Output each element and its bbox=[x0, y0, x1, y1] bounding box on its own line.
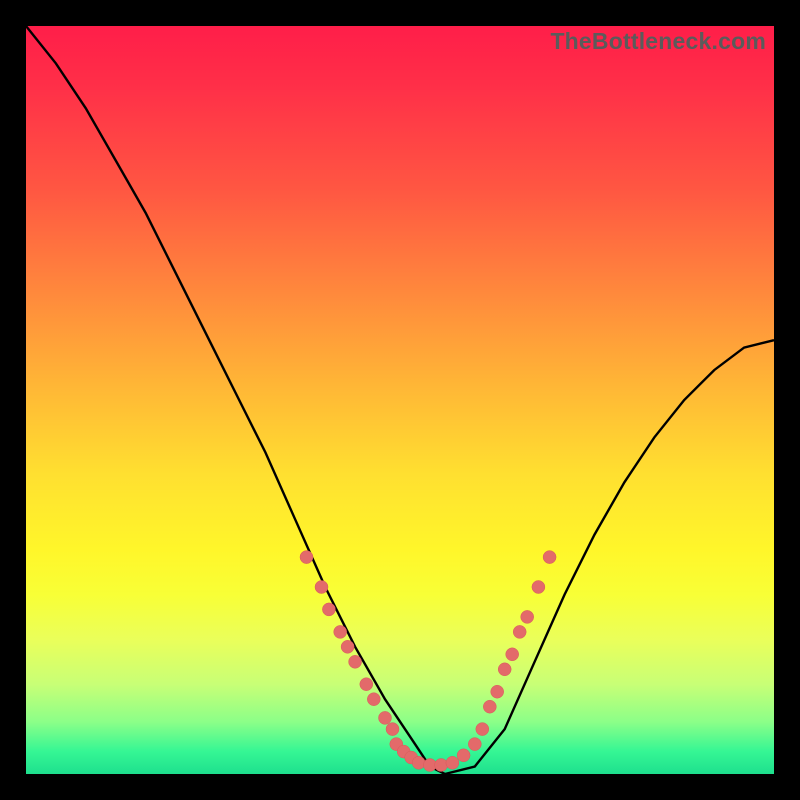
scatter-dot bbox=[315, 581, 328, 594]
scatter-dot bbox=[446, 756, 459, 769]
scatter-dot bbox=[498, 663, 511, 676]
scatter-dot bbox=[349, 655, 362, 668]
chart-frame: TheBottleneck.com bbox=[0, 0, 800, 800]
scatter-dot bbox=[412, 756, 425, 769]
scatter-dot bbox=[468, 738, 481, 751]
scatter-dot bbox=[367, 693, 380, 706]
bottleneck-curve bbox=[26, 26, 774, 774]
chart-plot-area: TheBottleneck.com bbox=[26, 26, 774, 774]
scatter-dot bbox=[543, 551, 556, 564]
scatter-dot bbox=[334, 625, 347, 638]
scatter-dot bbox=[386, 723, 399, 736]
scatter-dot bbox=[532, 581, 545, 594]
scatter-dot bbox=[521, 610, 534, 623]
scatter-dot bbox=[379, 711, 392, 724]
scatter-dot bbox=[483, 700, 496, 713]
scatter-dot bbox=[476, 723, 489, 736]
scatter-dot bbox=[506, 648, 519, 661]
scatter-dot bbox=[322, 603, 335, 616]
scatter-dot bbox=[341, 640, 354, 653]
scatter-dot bbox=[435, 759, 448, 772]
scatter-dot bbox=[300, 551, 313, 564]
scatter-dot bbox=[513, 625, 526, 638]
chart-svg bbox=[26, 26, 774, 774]
scatter-dot bbox=[491, 685, 504, 698]
scatter-dots bbox=[300, 551, 556, 772]
scatter-dot bbox=[360, 678, 373, 691]
scatter-dot bbox=[457, 749, 470, 762]
